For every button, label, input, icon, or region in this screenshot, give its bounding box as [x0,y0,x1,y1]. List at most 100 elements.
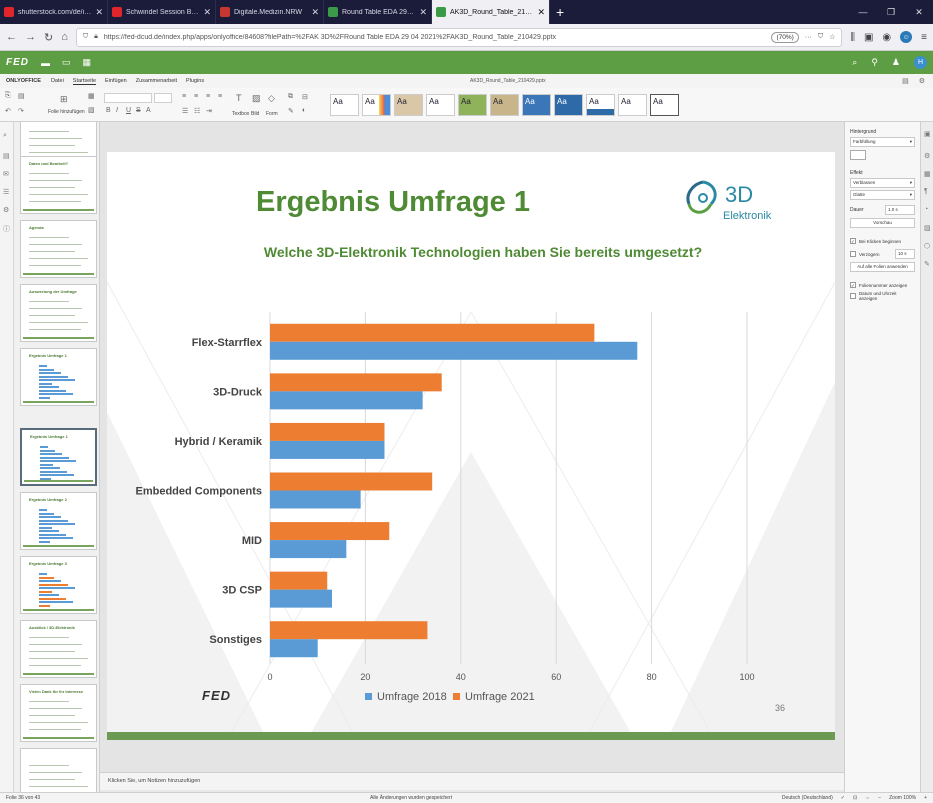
align-left-icon[interactable]: ≡ [182,93,186,100]
minimize-button[interactable]: — [849,0,877,24]
signature-icon[interactable]: ✎ [924,260,930,268]
settings-icon[interactable]: ⚙ [919,77,925,85]
close-tab-icon[interactable]: ✕ [311,7,319,18]
paragraph-icon[interactable]: ⚙ [924,152,930,160]
copy-icon[interactable]: ⎘ [5,92,11,100]
pocket-icon[interactable]: ⛉ [818,33,823,41]
menu-startseite[interactable]: Startseite [72,78,97,85]
plugins-icon[interactable]: ⚙ [3,206,9,214]
profile-avatar[interactable]: ☺ [900,31,913,43]
theme-thumbnail[interactable]: Aa [586,94,615,116]
comments-icon[interactable]: ✉ [3,170,9,178]
theme-thumbnail[interactable]: Aa [330,94,359,116]
layout-icon[interactable]: ▦ [88,92,95,100]
zoom-indicator[interactable]: (70%) [771,31,799,43]
slide-thumbnail[interactable]: 41 [20,748,97,792]
bullets-icon[interactable]: ☰ [182,107,188,115]
theme-thumbnail-selected[interactable]: Aa [650,94,679,116]
image-icon[interactable]: ▨ [252,93,261,104]
browser-tab[interactable]: Round Table EDA 29 04 2021 - f✕ [324,0,432,24]
back-icon[interactable]: ← [6,31,17,43]
close-tab-icon[interactable]: ✕ [95,7,103,18]
search-icon[interactable]: ⌕ [3,132,7,140]
menu-zusammenarbeit[interactable]: Zusammenarbeit [136,78,177,85]
slide-thumbnail[interactable]: 32Daten und Bearbeit? [20,156,97,214]
user-avatar[interactable]: H [914,56,927,69]
browser-tab[interactable]: shutterstock.com/de/image-p✕ [0,0,108,24]
font-color-icon[interactable]: A [146,107,151,114]
underline-icon[interactable]: U [126,107,131,114]
image-settings-icon[interactable]: ▨ [924,224,931,232]
apply-all-button[interactable]: Auf alle Folien anwenden [850,262,915,272]
calendar-icon[interactable]: ▦ [83,57,92,68]
zoom-level[interactable]: Zoom 100% [889,795,916,801]
undo-icon[interactable]: ↶ [5,107,11,115]
close-tab-icon[interactable]: ✕ [203,7,211,18]
chat-icon[interactable]: ☰ [3,188,9,196]
slide[interactable]: Ergebnis Umfrage 1 3D Elektronik Welche … [107,152,835,740]
slide-thumbnail[interactable]: 34Auswertung der Umfrage [20,284,97,342]
close-tab-icon[interactable]: ✕ [537,7,545,18]
align-shape-icon[interactable]: ⊟ [302,93,308,101]
maximize-button[interactable]: ❐ [877,0,905,24]
files-icon[interactable]: ▭ [62,57,71,68]
folder-icon[interactable]: ▬ [41,58,50,68]
browser-tab[interactable]: Digitale.Medizin.NRW ✕ [216,0,324,24]
star-icon[interactable]: ☆ [829,33,835,41]
reload-icon[interactable]: ↻ [44,31,53,44]
theme-thumbnail[interactable]: Aa [490,94,519,116]
align-center-icon[interactable]: ≡ [194,93,198,100]
sidebar-icon[interactable]: ▣ [864,32,873,43]
theme-thumbnail[interactable]: Aa [362,94,391,116]
chart-settings-icon[interactable]: ◔ [924,206,928,213]
bold-icon[interactable]: B [106,107,111,114]
theme-thumbnail[interactable]: Aa [458,94,487,116]
reset-icon[interactable]: ▧ [88,106,95,114]
zoom-in-icon[interactable]: + [924,795,927,801]
theme-thumbnail[interactable]: Aa [618,94,647,116]
shape-settings-icon[interactable]: ⬡ [924,242,930,250]
font-name-select[interactable] [104,93,152,103]
start-on-click-checkbox[interactable]: ✓ Bei Klicken beginnen [850,238,915,244]
font-size-select[interactable] [154,93,172,103]
add-slide-button[interactable]: Folie hinzufügen [48,109,85,115]
color-scheme-icon[interactable]: ◐ [302,107,306,114]
theme-thumbnail[interactable]: Aa [522,94,551,116]
italic-icon[interactable]: I [116,107,118,114]
image-button[interactable]: Bild [251,111,259,117]
indent-icon[interactable]: ⇥ [206,107,212,115]
shape-icon[interactable]: ◇ [268,93,275,104]
copy-style-icon[interactable]: ✎ [288,107,294,115]
shape-button[interactable]: Form [266,111,278,117]
browser-tab[interactable]: Schwindel Session Bilder, Stoc✕ [108,0,216,24]
textbox-button[interactable]: Textbox [232,111,249,117]
spellcheck-icon[interactable]: ✓ [841,795,845,801]
menu-icon[interactable]: ≡ [921,32,927,43]
text-art-icon[interactable]: ¶ [924,188,928,195]
language-select[interactable]: Deutsch (Deutschland) [782,795,833,801]
zoom-out-icon[interactable]: − [878,795,881,801]
address-bar[interactable]: ⛉ 🔒︎ https://fed-dcud.de/index.php/apps/… [75,27,843,47]
slide-thumbnail[interactable]: 33Agenda [20,220,97,278]
paste-icon[interactable]: ▤ [18,92,25,100]
delay-field[interactable]: 10 s [895,249,915,259]
redo-icon[interactable]: ↷ [18,107,24,115]
notifications-icon[interactable]: ⚲ [871,57,878,68]
fill-select[interactable]: Farbfüllung ▾ [850,137,915,147]
search-icon[interactable]: ⌕ [852,57,857,68]
notes-field[interactable]: Klicken Sie, um Notizen hinzuzufügen [100,772,844,790]
preview-button[interactable]: Vorschau [850,218,915,228]
textbox-icon[interactable]: T [236,93,242,103]
slide-thumbnail[interactable]: 35Ergebnis Umfrage 1 [20,348,97,406]
slide-thumbnail[interactable]: 39Ausblick / 3D-Elektronik [20,620,97,678]
menu-datei[interactable]: Datei [51,78,64,85]
contacts-icon[interactable]: ♟ [892,57,900,68]
fit-width-icon[interactable]: ⇔ [865,795,870,801]
close-window-button[interactable]: ✕ [905,0,933,24]
library-icon[interactable]: ⫼ [850,32,855,43]
justify-icon[interactable]: ≡ [218,93,222,100]
table-icon[interactable]: ▦ [924,170,931,178]
effect-option-select[interactable]: Glatte ▾ [850,190,915,200]
slide-thumbnail[interactable]: 36Ergebnis Umfrage 1 [20,428,97,486]
fed-logo[interactable]: FED [6,57,29,68]
